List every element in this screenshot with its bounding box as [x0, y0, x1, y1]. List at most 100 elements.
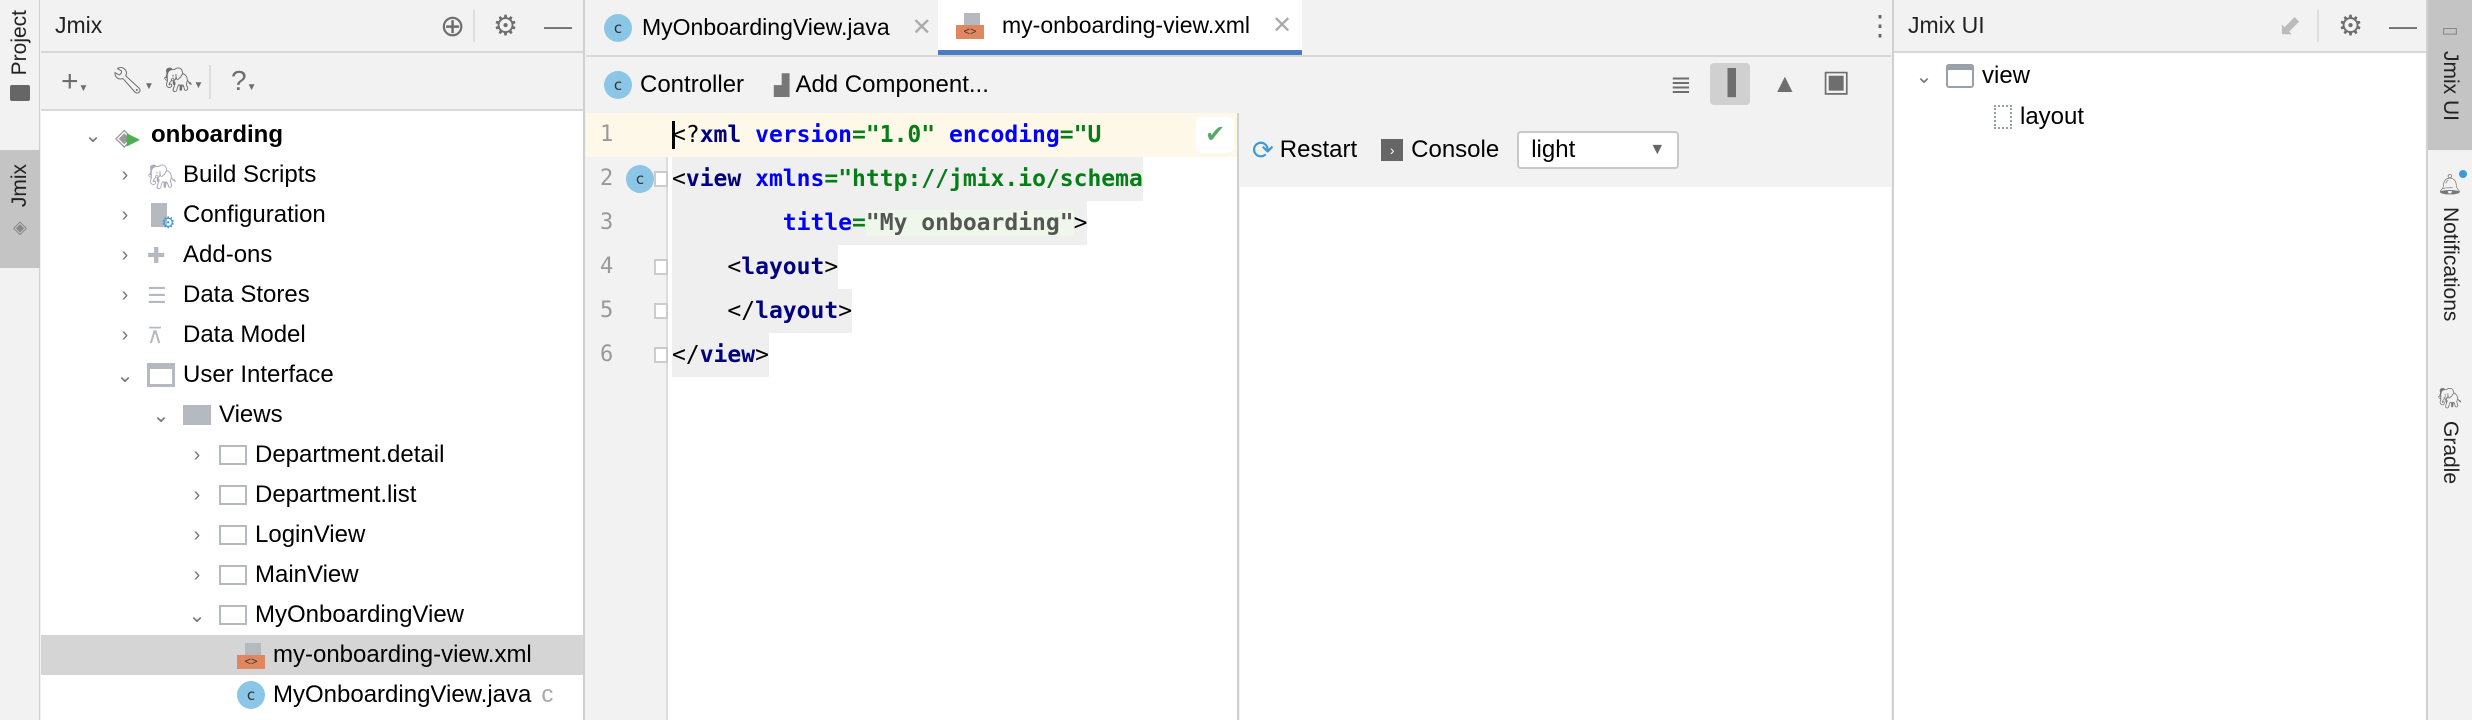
fold-marker-icon[interactable] — [654, 259, 668, 275]
code-line[interactable]: 6 </view> — [586, 333, 1237, 377]
ui-tree-item-view[interactable]: ⌄ view — [1894, 56, 2426, 96]
close-icon[interactable]: ✕ — [1272, 11, 1292, 40]
puzzle-icon: ✚ — [147, 243, 166, 268]
chevron-right-icon[interactable]: › — [187, 444, 207, 467]
line-number: 1 — [600, 122, 614, 147]
tree-item-views[interactable]: ⌄ Views — [41, 395, 583, 435]
tree-item-configuration[interactable]: › ⚙ Configuration — [41, 195, 583, 235]
theme-select-value: light — [1531, 136, 1576, 163]
tab-label: MyOnboardingView.java — [642, 14, 890, 40]
tree-item-label: MyOnboardingView.java — [273, 681, 532, 708]
add-component-button[interactable]: ▟ Add Component... — [774, 71, 989, 99]
tool-tab-project[interactable]: Project — [0, 10, 40, 140]
text-only-icon[interactable]: ≣ — [1670, 71, 1692, 97]
preview-icon[interactable]: ▲ — [1772, 70, 1798, 96]
tree-item-label: MyOnboardingView — [255, 601, 465, 628]
left-tool-strip: Project Jmix ◈ — [0, 0, 40, 720]
tree-item-login-view[interactable]: › LoginView — [41, 515, 583, 555]
inspection-ok-icon[interactable]: ✔ — [1196, 117, 1234, 153]
wrench-icon[interactable]: 🔧︎▼ — [111, 67, 154, 93]
chevron-down-icon[interactable]: ⌄ — [115, 363, 135, 388]
theme-select[interactable]: light ▼ — [1517, 131, 1680, 169]
code-line[interactable]: 3 title="My onboarding"> — [586, 201, 1237, 245]
chevron-right-icon[interactable]: › — [187, 564, 207, 587]
console-button[interactable]: › Console — [1381, 136, 1499, 164]
split-view-button[interactable]: ▐ — [1710, 63, 1750, 105]
code-token: "My onboarding" — [865, 210, 1074, 236]
text-cursor — [672, 121, 675, 149]
more-options-icon[interactable]: ⋮ — [1866, 12, 1894, 40]
tab-my-onboarding-view-java[interactable]: c MyOnboardingView.java ✕ — [586, 0, 938, 55]
code-line[interactable]: 4 <layout> — [586, 245, 1237, 289]
code-line[interactable]: 2 c <view xmlns="http://jmix.io/schema — [586, 157, 1237, 201]
tool-tab-jmix-ui[interactable]: ▭ Jmix UI — [2428, 0, 2472, 150]
add-icon[interactable]: +▼ — [61, 67, 88, 97]
restart-button[interactable]: ⟳ Restart — [1252, 135, 1357, 166]
chevron-down-icon[interactable]: ⌄ — [187, 603, 207, 628]
tree-item-user-interface[interactable]: ⌄ User Interface — [41, 355, 583, 395]
tree-item-my-onboarding-view-java[interactable]: c MyOnboardingView.java c — [41, 675, 583, 715]
fold-marker-icon[interactable] — [654, 303, 668, 319]
chevron-right-icon[interactable]: › — [187, 484, 207, 507]
code-token: encoding — [948, 122, 1060, 148]
gear-icon[interactable]: ⚙ — [493, 12, 518, 40]
tab-label: my-onboarding-view.xml — [1002, 11, 1250, 38]
jmix-project-icon: ◈ ▶ — [115, 124, 140, 151]
jmix-ui-panel: Jmix UI ⬋ ⚙ — ⌄ view layout — [1892, 0, 2428, 720]
tool-tab-jmix[interactable]: Jmix ◈ — [0, 150, 40, 268]
chevron-down-icon[interactable]: ⌄ — [1914, 64, 1934, 89]
controller-button[interactable]: c Controller — [604, 71, 744, 99]
code-line[interactable]: 5 </layout> — [586, 289, 1237, 333]
tree-item-data-stores[interactable]: › ☰ Data Stores — [41, 275, 583, 315]
divider — [473, 10, 475, 42]
preview-pane: ⟳ Restart › Console light ▼ — [1240, 113, 1891, 720]
gear-icon[interactable]: ⚙ — [2338, 12, 2363, 40]
preview-frame-icon[interactable]: ▣ — [1822, 67, 1850, 97]
code-token: > — [1073, 210, 1088, 236]
chevron-right-icon[interactable]: › — [115, 324, 135, 347]
tree-item-department-list[interactable]: › Department.list — [41, 475, 583, 515]
tree-item-build-scripts[interactable]: › 🐘︎ Build Scripts — [41, 155, 583, 195]
gradle-icon[interactable]: 🐘︎▼ — [163, 69, 203, 93]
minimize-icon[interactable]: — — [2389, 12, 2417, 40]
code-token: ="http://jmix.io/schema — [824, 166, 1143, 192]
chevron-right-icon[interactable]: › — [187, 524, 207, 547]
collapse-arrow-icon[interactable]: ⬋ — [2278, 12, 2301, 40]
tree-item-label: Data Stores — [183, 281, 310, 308]
fold-marker-icon[interactable] — [654, 347, 668, 363]
ui-tree-item-layout[interactable]: layout — [1894, 97, 2426, 137]
layout-icon — [1994, 105, 2012, 129]
tree-item-label: Add-ons — [183, 241, 273, 268]
tree-item-my-onboarding-view[interactable]: ⌄ MyOnboardingView — [41, 595, 583, 635]
fold-marker-icon[interactable] — [654, 171, 668, 187]
tree-item-label: LoginView — [255, 521, 366, 548]
tree-item-label: Department.detail — [255, 441, 445, 468]
chevron-right-icon[interactable]: › — [115, 284, 135, 307]
divider — [2317, 10, 2319, 42]
code-token: layout — [741, 254, 825, 280]
locate-icon[interactable]: ⊕ — [440, 12, 465, 42]
tree-item-main-view[interactable]: › MainView — [41, 555, 583, 595]
chevron-down-icon[interactable]: ⌄ — [83, 123, 103, 148]
tree-item-data-model[interactable]: › ⊼ Data Model — [41, 315, 583, 355]
code-editor[interactable]: 1 <?xml version="1.0" encoding="U 2 c <view … — [586, 113, 1239, 720]
code-line[interactable]: 1 <?xml version="1.0" encoding="U — [586, 113, 1237, 157]
tree-item-label: Views — [219, 401, 283, 428]
tool-tab-gradle[interactable]: 🐘︎ Gradle — [2428, 386, 2472, 496]
window-icon — [147, 363, 175, 387]
chevron-right-icon[interactable]: › — [115, 204, 135, 227]
tree-item-add-ons[interactable]: › ✚ Add-ons — [41, 235, 583, 275]
tree-item-department-detail[interactable]: › Department.detail — [41, 435, 583, 475]
jmix-ui-icon: ▭ — [2441, 20, 2459, 40]
minimize-icon[interactable]: — — [544, 12, 572, 40]
tab-my-onboarding-view-xml[interactable]: <> my-onboarding-view.xml ✕ — [938, 0, 1302, 55]
tree-item-onboarding[interactable]: ⌄ ◈ ▶ onboarding — [41, 115, 583, 155]
class-link-icon[interactable]: c — [626, 165, 654, 193]
chevron-right-icon[interactable]: › — [115, 164, 135, 187]
chevron-right-icon[interactable]: › — [115, 244, 135, 267]
tree-item-my-onboarding-view-xml[interactable]: <> my-onboarding-view.xml — [41, 635, 583, 675]
close-icon[interactable]: ✕ — [912, 13, 932, 42]
tool-tab-notifications[interactable]: 🔔︎ Notifications — [2428, 170, 2472, 352]
help-icon[interactable]: ?▼ — [231, 67, 256, 95]
chevron-down-icon[interactable]: ⌄ — [151, 403, 171, 428]
